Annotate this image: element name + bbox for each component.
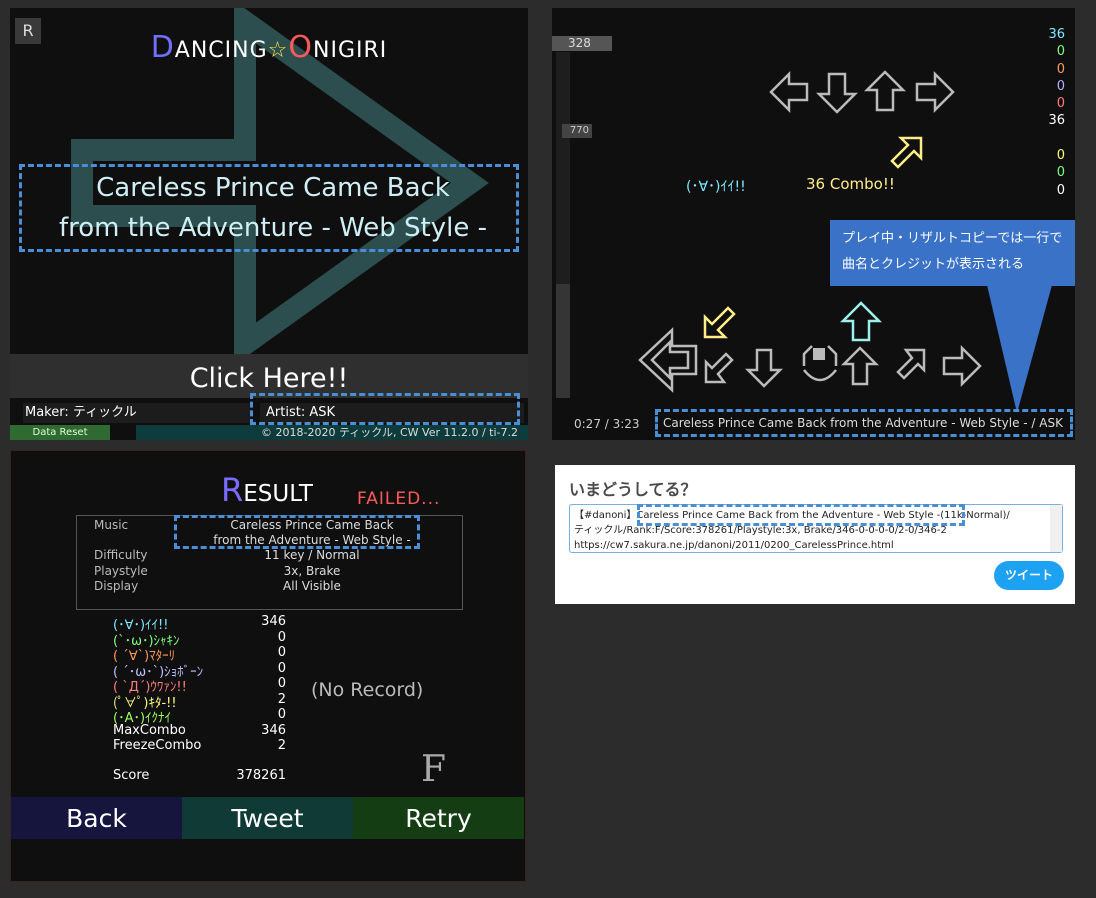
- judgment-label: FreezeCombo: [113, 738, 202, 753]
- failed-label: FAILED...: [357, 489, 441, 509]
- start-button[interactable]: Click Here!!: [10, 354, 528, 398]
- judge-count: 0: [1056, 182, 1065, 198]
- tweet-heading: いまどうしてる？: [569, 480, 697, 499]
- life-marker: 770: [562, 124, 592, 138]
- display-label: Display: [94, 579, 139, 593]
- step-zone-top: [769, 70, 955, 114]
- judgment-value: 0: [277, 676, 286, 691]
- judgment-text: (･∀･)ｲｲ!!: [686, 179, 746, 195]
- play-screen: 328 770 36 0 0 0 0 36 0 0 0 (･∀･)ｲｲ!! 36 Combo!!…: [552, 8, 1075, 440]
- left-arrow-icon: [769, 70, 809, 114]
- up-right-arrow-icon: [896, 348, 926, 380]
- up-arrow-icon: [840, 346, 880, 386]
- play-time: 0:27 / 3:23: [574, 417, 640, 431]
- back-button[interactable]: Back: [11, 797, 182, 839]
- difficulty-value: 11 key / Normal: [264, 548, 360, 562]
- step-zone-bottom: [638, 327, 982, 393]
- no-record-text: (No Record): [311, 679, 424, 701]
- score-counter: 328: [552, 36, 612, 51]
- textarea-scrollbar[interactable]: [1050, 505, 1062, 552]
- display-value: All Visible: [283, 579, 341, 593]
- tweet-button[interactable]: Tweet: [182, 797, 353, 839]
- judge-count: 36: [1048, 27, 1065, 42]
- down-arrow-icon: [815, 72, 859, 114]
- callout-pointer: [987, 285, 1052, 413]
- data-reset-button[interactable]: Data Reset: [10, 425, 110, 440]
- rank-letter: F: [421, 749, 446, 790]
- judge-count: 0: [1056, 148, 1065, 164]
- score-label: Score: [113, 768, 150, 783]
- music-label: Music: [94, 518, 129, 532]
- judge-count: [1048, 130, 1065, 147]
- judge-count: 0: [1056, 78, 1065, 94]
- judge-count: 0: [1056, 165, 1065, 181]
- combo-text: 36 Combo!!: [806, 175, 895, 193]
- judge-count: 36: [1048, 113, 1065, 129]
- music-highlight: [174, 515, 420, 549]
- tweet-dialog: いまどうしてる？ 【#danoni】Careless Prince Came B…: [555, 465, 1075, 604]
- down-arrow-icon: [744, 348, 784, 388]
- judgment-value: 2: [277, 738, 286, 753]
- life-gauge-fill: [556, 284, 570, 398]
- up-arrow-icon: [863, 70, 907, 112]
- title-screen: R DANCING☆ONIGIRI Careless Prince Came B…: [10, 8, 528, 440]
- song-info-line: Careless Prince Came Back from the Adven…: [663, 416, 1063, 430]
- playstyle-label: Playstyle: [94, 564, 148, 578]
- artist-highlight: [250, 393, 520, 425]
- annotation-callout: プレイ中・リザルトコピーでは一行で 曲名とクレジットが表示される: [830, 220, 1075, 286]
- tweet-song-highlight: [637, 504, 965, 526]
- judgment-value: 346: [261, 614, 286, 629]
- judgment-value: 0: [277, 707, 286, 722]
- game-logo: DANCING☆ONIGIRI: [150, 30, 388, 65]
- maker-label: Maker: ティックル: [23, 403, 250, 423]
- copyright-text: © 2018-2020 ティックル, CW Ver 11.2.0 / ti-7.…: [261, 426, 518, 439]
- judgment-value: 0: [277, 629, 286, 645]
- playstyle-value: 3x, Brake: [283, 564, 341, 578]
- song-title: Careless Prince Came Back from the Adven…: [59, 173, 487, 243]
- judgment-value: 346: [261, 722, 286, 738]
- judge-count: 0: [1056, 61, 1065, 77]
- result-title: RESULT: [221, 471, 313, 509]
- retry-button[interactable]: Retry: [353, 797, 524, 839]
- tweet-submit-button[interactable]: ツイート: [994, 561, 1064, 590]
- right-arrow-icon: [942, 344, 982, 388]
- judgment-label: MaxCombo: [113, 722, 186, 738]
- judge-count: 0: [1056, 44, 1065, 60]
- judgment-value: 0: [277, 645, 286, 660]
- judgment-value: 0: [277, 660, 286, 676]
- falling-up-right-arrow-icon: [890, 136, 923, 169]
- right-arrow-icon: [915, 70, 955, 114]
- down-left-arrow-icon: [704, 352, 734, 384]
- difficulty-label: Difficulty: [94, 548, 148, 562]
- result-screen: RESULT FAILED... Music Careless Prince C…: [10, 450, 526, 882]
- judgment-value: 2: [277, 691, 286, 707]
- judge-counts: 36 0 0 0 0 36 0 0 0: [1048, 26, 1065, 199]
- score-value: 378261: [236, 768, 286, 783]
- judge-count: 0: [1056, 96, 1065, 112]
